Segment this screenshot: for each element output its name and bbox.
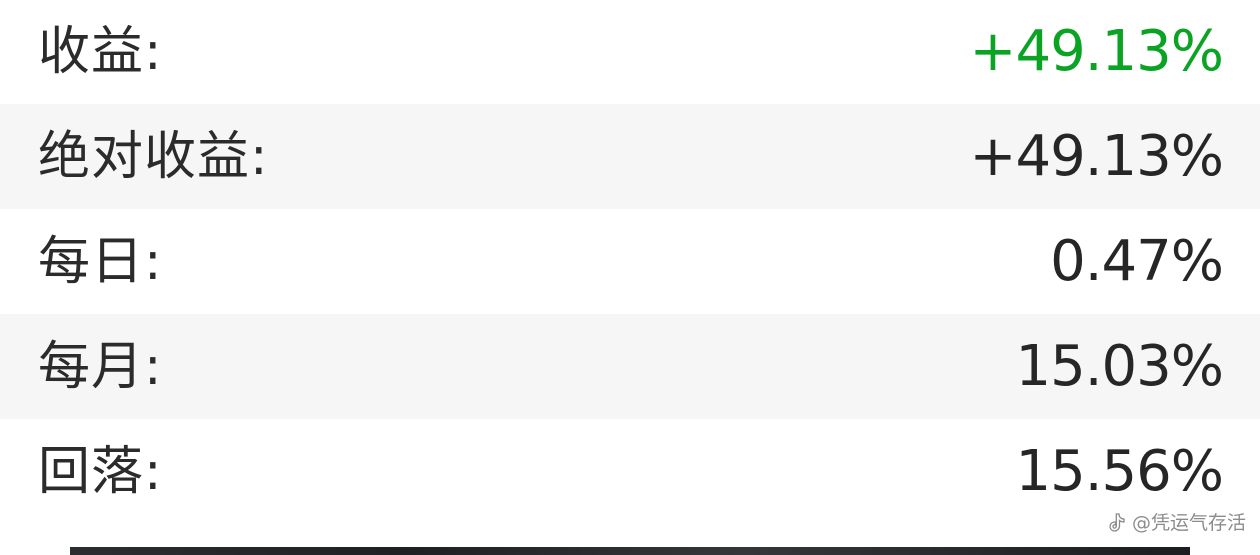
stat-row-monthly: 每月: 15.03%: [0, 314, 1260, 419]
watermark-text: @凭运气存活: [1131, 512, 1246, 534]
stat-label: 收益:: [38, 22, 163, 82]
stat-value: 15.03%: [1015, 333, 1224, 399]
stat-label: 绝对收益:: [38, 126, 269, 187]
stat-value: 15.56%: [1015, 438, 1224, 504]
stat-label: 每日:: [38, 231, 163, 292]
stat-value: 0.47%: [1050, 228, 1224, 294]
stat-row-drawdown: 回落: 15.56%: [0, 419, 1260, 524]
stat-label: 回落:: [38, 441, 163, 502]
stat-row-return: 收益: +49.13%: [0, 0, 1260, 104]
watermark: @凭运气存活: [1106, 508, 1246, 535]
stat-value: +49.13%: [969, 19, 1224, 84]
stat-value: +49.13%: [969, 123, 1224, 189]
stat-row-absolute-return: 绝对收益: +49.13%: [0, 104, 1260, 209]
stat-row-daily: 每日: 0.47%: [0, 209, 1260, 314]
music-note-icon: [1106, 511, 1128, 533]
image-edge: [70, 547, 1190, 555]
stat-label: 每月:: [38, 336, 163, 397]
stats-list: 收益: +49.13% 绝对收益: +49.13% 每日: 0.47% 每月: …: [0, 0, 1260, 524]
